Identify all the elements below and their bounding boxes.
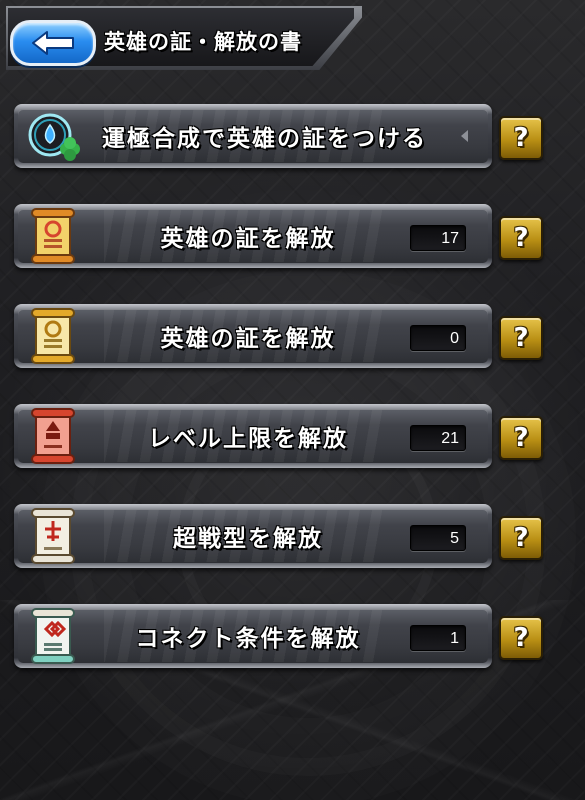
item-count: 17 [410,225,466,251]
question-mark-icon: ? [513,623,529,653]
level-scroll-red-icon [31,408,75,464]
menu-row-release-connect-condition[interactable]: コネクト条件を解放 1 [14,604,492,668]
row-label: コネクト条件を解放 [135,626,361,652]
heart-clover-icon [28,113,80,161]
question-mark-icon: ? [513,223,529,253]
menu-row-release-super-battle[interactable]: 超戦型を解放 5 [14,504,492,568]
item-count: 0 [410,325,466,351]
menu-row-release-hero-proof-gold[interactable]: 英雄の証を解放 0 [14,304,492,368]
question-mark-icon: ? [513,523,529,553]
connect-scroll-icon [31,608,75,664]
row-label: 超戦型を解放 [173,526,323,552]
menu-row-attach-hero-proof[interactable]: 運極合成で英雄の証をつける [14,104,492,168]
question-mark-icon: ? [513,123,529,153]
collapse-arrow-icon [461,130,468,142]
help-button-attach-hero-proof[interactable]: ? [499,116,543,160]
hero-scroll-red-icon [31,208,75,264]
item-count: 1 [410,625,466,651]
help-button-release-connect-condition[interactable]: ? [499,616,543,660]
hero-scroll-gold-icon [31,308,75,364]
item-count: 21 [410,425,466,451]
row-label: 運極合成で英雄の証をつける [102,126,427,152]
super-battle-scroll-icon [31,508,75,564]
help-button-release-hero-proof-red[interactable]: ? [499,216,543,260]
back-arrow-icon [32,31,74,55]
menu-row-release-level-cap[interactable]: レベル上限を解放 21 [14,404,492,468]
menu-row-release-hero-proof-red[interactable]: 英雄の証を解放 17 [14,204,492,268]
row-label: 英雄の証を解放 [160,326,336,352]
question-mark-icon: ? [513,323,529,353]
help-button-release-hero-proof-gold[interactable]: ? [499,316,543,360]
menu-list: 運極合成で英雄の証をつける ? 英雄の証を解放 17 ? 英雄の証を解放 0 ?… [0,0,585,800]
item-count: 5 [410,525,466,551]
back-button[interactable] [10,20,96,66]
question-mark-icon: ? [513,423,529,453]
row-label: 英雄の証を解放 [160,226,336,252]
row-label: レベル上限を解放 [148,426,348,452]
help-button-release-super-battle[interactable]: ? [499,516,543,560]
help-button-release-level-cap[interactable]: ? [499,416,543,460]
page-title: 英雄の証・解放の書 [104,30,302,54]
